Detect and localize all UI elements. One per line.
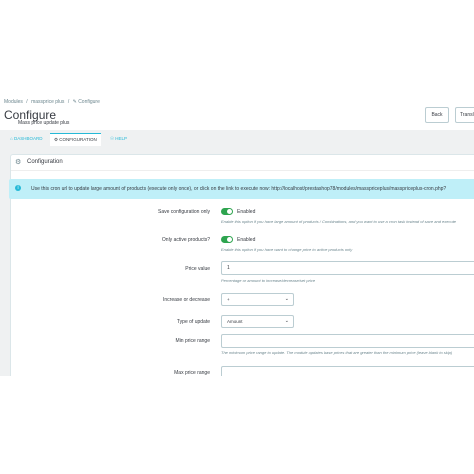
type-update-value: Amount xyxy=(227,319,243,324)
chevron-down-icon: ⌄ xyxy=(284,318,289,324)
max-price-label: Max price range xyxy=(174,370,210,376)
type-update-label: Type of update xyxy=(176,319,210,325)
panel-title: Configuration xyxy=(27,159,63,165)
gears-icon: ⚙ xyxy=(15,159,22,166)
breadcrumb-module[interactable]: massprice plus xyxy=(31,99,64,105)
app-window: Modules / massprice plus / ✎ Configure C… xyxy=(0,92,474,376)
tab-help[interactable]: ☉ HELP xyxy=(106,133,131,145)
increase-decrease-label: Increase or decrease xyxy=(163,297,210,303)
back-button[interactable]: Back xyxy=(425,107,449,123)
cron-info-alert: i Use this cron url to update large amou… xyxy=(9,179,474,199)
save-config-help: Enable this option if you have large amo… xyxy=(221,219,457,224)
info-icon: i xyxy=(15,185,21,191)
only-active-help: Enable this option if you have want to c… xyxy=(221,247,353,252)
only-active-toggle[interactable] xyxy=(221,236,233,243)
price-value-help: Percentage or amount to increase/decreas… xyxy=(221,278,316,283)
header-toolbar: Modules / massprice plus / ✎ Configure C… xyxy=(0,92,474,130)
breadcrumb-separator: / xyxy=(26,99,28,105)
chevron-down-icon: ⌄ xyxy=(284,296,289,302)
breadcrumb-modules[interactable]: Modules xyxy=(4,99,23,105)
save-config-label: Save configuration only xyxy=(158,209,210,215)
page-subtitle: Mass price update plus xyxy=(18,120,70,126)
only-active-label: Only active products? xyxy=(161,237,210,243)
price-value-label: Price value xyxy=(185,266,210,272)
increase-decrease-select[interactable]: + ⌄ xyxy=(221,293,294,306)
only-active-status: Enabled xyxy=(237,237,256,243)
screenshot-frame: Modules / massprice plus / ✎ Configure C… xyxy=(0,0,474,474)
min-price-input[interactable] xyxy=(221,334,474,348)
min-price-label: Min price range xyxy=(175,338,210,344)
save-config-toggle[interactable] xyxy=(221,208,233,215)
breadcrumb-separator: / xyxy=(67,99,70,105)
breadcrumb-configure: ✎ Configure xyxy=(72,99,100,105)
module-tabs: ⌂ DASHBOARD ⚙ CONFIGURATION ☉ HELP xyxy=(0,133,474,146)
increase-decrease-value: + xyxy=(227,297,230,302)
type-update-select[interactable]: Amount ⌄ xyxy=(221,315,294,328)
min-price-help: The minimum price range to update. The m… xyxy=(221,350,453,355)
tab-dashboard[interactable]: ⌂ DASHBOARD xyxy=(6,133,46,145)
tab-configuration[interactable]: ⚙ CONFIGURATION xyxy=(50,133,101,146)
translate-button[interactable]: Transl xyxy=(455,107,474,123)
cron-info-text[interactable]: Use this cron url to update large amount… xyxy=(31,186,446,192)
panel-heading: ⚙ Configuration xyxy=(11,155,474,171)
max-price-input[interactable] xyxy=(221,366,474,376)
save-config-status: Enabled xyxy=(237,209,256,215)
price-value-input[interactable]: 1 xyxy=(221,261,474,275)
breadcrumb: Modules / massprice plus / ✎ Configure xyxy=(4,99,102,105)
